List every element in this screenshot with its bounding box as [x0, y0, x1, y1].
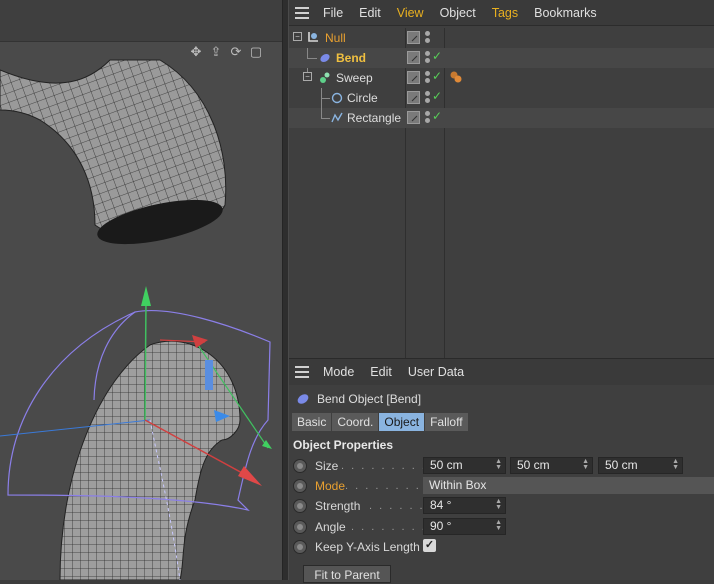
om-menu-tags[interactable]: Tags	[484, 0, 526, 26]
om-menubar: File Edit View Object Tags Bookmarks	[289, 0, 714, 26]
viewport-nav-controls: ✥ ⇪ ⟳ ▢	[188, 44, 264, 60]
material-tag-icon[interactable]	[449, 70, 463, 84]
editor-visibility-toggle[interactable]	[407, 111, 420, 124]
animate-radio[interactable]	[293, 459, 307, 473]
circle-spline-icon	[331, 92, 343, 104]
om-menu-file[interactable]: File	[315, 0, 351, 26]
prop-strength: Strength . . . . . . . 84 ° ▲ ▼	[289, 496, 714, 516]
am-object-title: Bend Object [Bend]	[317, 392, 422, 406]
prop-label: Angle	[315, 520, 346, 534]
om-menu-bookmarks[interactable]: Bookmarks	[526, 0, 605, 26]
attribute-manager: Mode Edit User Data Bend Object [Bend] B…	[289, 358, 714, 583]
dolly-view-icon[interactable]: ⇪	[208, 44, 224, 60]
enabled-check-icon[interactable]: ✓	[432, 109, 442, 123]
size-x-field[interactable]: 50 cm ▲ ▼	[423, 457, 506, 474]
enabled-check-icon[interactable]: ✓	[432, 89, 442, 103]
rectangle-spline-icon	[331, 112, 343, 123]
editor-visibility-toggle[interactable]	[407, 91, 420, 104]
y-axis-handle	[141, 286, 151, 306]
om-menu-view[interactable]: View	[389, 0, 432, 26]
collapse-icon[interactable]: −	[303, 72, 312, 81]
om-menu-object[interactable]: Object	[432, 0, 484, 26]
collapse-icon[interactable]: −	[293, 32, 302, 41]
tab-coord[interactable]: Coord.	[332, 413, 379, 431]
enabled-check-icon[interactable]: ✓	[432, 69, 442, 83]
tab-basic[interactable]: Basic	[292, 413, 332, 431]
enabled-check-icon[interactable]: ✓	[432, 49, 442, 63]
bend-deformer-icon	[320, 53, 330, 63]
keep-y-axis-checkbox[interactable]: ✓	[423, 539, 436, 552]
animate-radio[interactable]	[293, 520, 307, 534]
rotate-view-icon[interactable]: ⟳	[228, 44, 244, 60]
strength-field[interactable]: 84 ° ▲ ▼	[423, 497, 506, 514]
section-title: Object Properties	[293, 438, 394, 452]
viewport-scene	[0, 59, 272, 580]
null-object-icon	[308, 32, 318, 42]
object-manager: File Edit View Object Tags Bookmarks − N…	[289, 0, 714, 358]
sweep-nurbs-icon	[320, 72, 330, 83]
am-menu-mode[interactable]: Mode	[315, 359, 362, 385]
om-menu-edit[interactable]: Edit	[351, 0, 389, 26]
am-menubar: Mode Edit User Data	[289, 359, 714, 385]
size-y-field[interactable]: 50 cm ▲ ▼	[510, 457, 593, 474]
editor-visibility-toggle[interactable]	[407, 71, 420, 84]
visibility-dots[interactable]	[425, 71, 431, 85]
prop-keep-y-axis: Keep Y-Axis Length ✓	[289, 537, 714, 557]
prop-label: Strength	[315, 499, 361, 513]
am-menu-icon[interactable]	[289, 359, 315, 385]
am-tabs: Basic Coord. Object Falloff	[292, 413, 468, 431]
bend-deformer-icon	[297, 394, 309, 404]
prop-mode: Mode . . . . . . . . . . . Within Box	[289, 476, 714, 496]
panel-splitter[interactable]	[282, 0, 289, 580]
maximize-view-icon[interactable]: ▢	[248, 44, 264, 60]
fit-to-parent-button[interactable]: Fit to Parent	[303, 565, 391, 583]
om-row-circle[interactable]: Circle ✓	[289, 88, 714, 108]
om-object-name[interactable]: Circle	[347, 88, 378, 108]
om-row-bend[interactable]: Bend ✓	[289, 48, 714, 68]
om-row-rectangle[interactable]: Rectangle ✓	[289, 108, 714, 128]
visibility-dots[interactable]	[425, 31, 431, 45]
am-menu-user-data[interactable]: User Data	[400, 359, 472, 385]
om-object-list: − Null Bend ✓ − Sweep ✓ Circle ✓ Rectang…	[289, 28, 714, 128]
prop-label: Mode	[315, 479, 346, 493]
visibility-dots[interactable]	[425, 51, 431, 65]
editor-visibility-toggle[interactable]	[407, 31, 420, 44]
om-object-name[interactable]: Bend	[336, 48, 366, 68]
om-object-name[interactable]: Sweep	[336, 68, 373, 88]
om-row-sweep[interactable]: − Sweep ✓	[289, 68, 714, 88]
prop-label: Size	[315, 459, 339, 473]
viewport-3d[interactable]: ✥ ⇪ ⟳ ▢	[0, 0, 282, 580]
prop-angle: Angle . . . . . . . . . . 90 ° ▲ ▼	[289, 517, 714, 537]
animate-radio[interactable]	[293, 479, 307, 493]
viewport-header	[0, 0, 282, 42]
size-z-field[interactable]: 50 cm ▲ ▼	[598, 457, 683, 474]
tab-falloff[interactable]: Falloff	[425, 413, 468, 431]
om-row-null[interactable]: − Null	[289, 28, 714, 48]
editor-visibility-toggle[interactable]	[407, 51, 420, 64]
om-menu-icon[interactable]	[289, 0, 315, 26]
animate-radio[interactable]	[293, 499, 307, 513]
animate-radio[interactable]	[293, 540, 307, 554]
om-object-name[interactable]: Null	[325, 28, 346, 48]
move-view-icon[interactable]: ✥	[188, 44, 204, 60]
prop-label: Keep Y-Axis Length	[315, 540, 420, 554]
visibility-dots[interactable]	[425, 111, 431, 125]
om-object-name[interactable]: Rectangle	[347, 108, 401, 128]
prop-size: Size . . . . . . . . . . . 50 cm ▲ ▼ 50 cm…	[289, 456, 714, 476]
am-menu-edit[interactable]: Edit	[362, 359, 400, 385]
mode-dropdown[interactable]: Within Box	[423, 477, 714, 494]
visibility-dots[interactable]	[425, 91, 431, 105]
angle-field[interactable]: 90 ° ▲ ▼	[423, 518, 506, 535]
tab-object[interactable]: Object	[379, 413, 425, 431]
